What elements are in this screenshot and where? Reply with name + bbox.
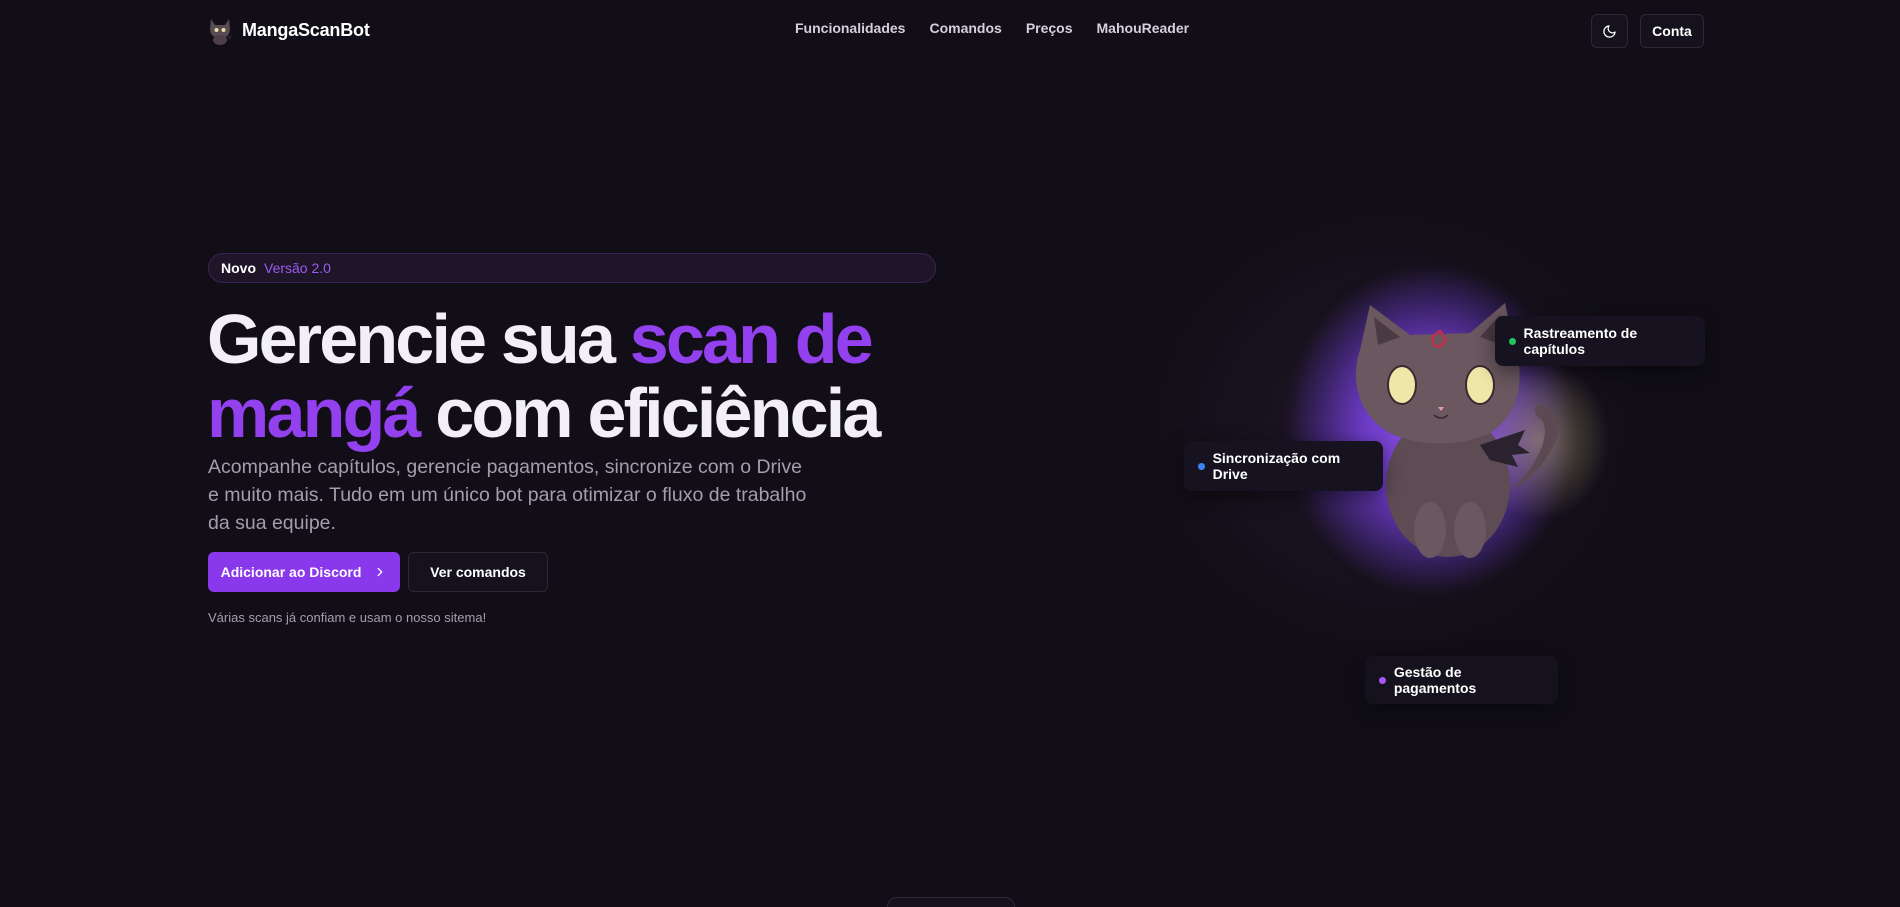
add-to-discord-label: Adicionar ao Discord	[220, 564, 362, 580]
next-section-pill	[887, 897, 1015, 907]
version-badge[interactable]: Novo Versão 2.0	[208, 253, 936, 283]
nav-item-funcionalidades[interactable]: Funcionalidades	[795, 20, 905, 36]
trust-text: Várias scans já confiam e usam o nosso s…	[208, 610, 487, 625]
hero-title-part1: Gerencie sua	[207, 300, 630, 378]
badge-new-label: Novo	[221, 260, 256, 276]
moon-icon	[1603, 24, 1616, 38]
chevron-right-icon	[378, 567, 383, 577]
brand-logo[interactable]: MangaScanBot	[206, 14, 370, 46]
hero-title: Gerencie sua scan de mangá com eficiênci…	[207, 302, 927, 450]
view-commands-button[interactable]: Ver comandos	[408, 552, 548, 592]
brand-name: MangaScanBot	[242, 19, 370, 40]
feature-card-label: Rastreamento de capítulos	[1523, 325, 1638, 357]
nav-item-comandos[interactable]: Comandos	[929, 20, 1001, 36]
badge-version-label: Versão 2.0	[264, 260, 331, 276]
theme-toggle-button[interactable]	[1591, 14, 1628, 48]
feature-card-payments: Gestão de pagamentos	[1365, 656, 1558, 704]
add-to-discord-button[interactable]: Adicionar ao Discord	[208, 552, 400, 592]
feature-card-drive-sync: Sincronização com Drive	[1184, 441, 1383, 491]
account-button[interactable]: Conta	[1640, 14, 1704, 48]
nav-item-mahoureader[interactable]: MahouReader	[1097, 20, 1190, 36]
cat-mascot-icon	[210, 19, 232, 45]
status-dot-green	[1509, 337, 1516, 345]
main-nav: Funcionalidades Comandos Preços MahouRea…	[795, 20, 1189, 36]
status-dot-purple	[1379, 676, 1386, 684]
hero-subtitle: Acompanhe capítulos, gerencie pagamentos…	[208, 456, 807, 534]
hero-title-part2: com eficiência	[418, 374, 881, 452]
status-dot-blue	[1198, 462, 1205, 470]
landing-page: MangaScanBot Funcionalidades Comandos Pr…	[0, 0, 1900, 907]
feature-card-label: Gestão de pagamentos	[1393, 664, 1477, 696]
nav-item-precos[interactable]: Preços	[1026, 20, 1073, 36]
site-header: MangaScanBot Funcionalidades Comandos Pr…	[0, 0, 1900, 60]
feature-card-label: Sincronização com Drive	[1212, 450, 1341, 482]
feature-card-chapter-tracking: Rastreamento de capítulos	[1495, 316, 1705, 366]
